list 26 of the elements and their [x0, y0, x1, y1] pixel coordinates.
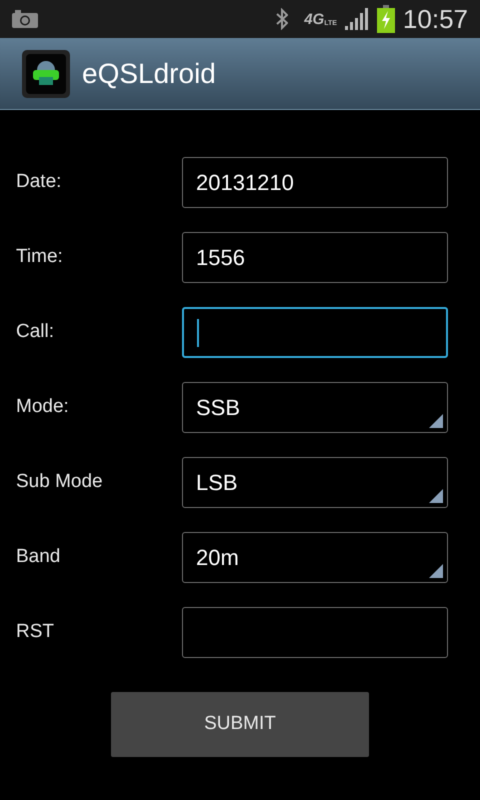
field-label: Call:: [15, 320, 56, 344]
field-label: Sub Mode: [15, 470, 104, 494]
field-label: RST: [15, 620, 55, 644]
app-icon: [22, 50, 70, 98]
clock: 10:57: [402, 6, 468, 32]
battery-charging-icon: [376, 5, 395, 33]
input-field[interactable]: [182, 607, 448, 658]
signal-icon: [344, 8, 369, 30]
dropdown[interactable]: LSB: [182, 457, 448, 508]
dropdown[interactable]: 20m: [182, 532, 448, 583]
submit-button[interactable]: SUBMIT: [111, 692, 369, 757]
dropdown-corner-icon: [429, 564, 443, 578]
dropdown-corner-icon: [429, 414, 443, 428]
field-label: Band: [15, 545, 62, 570]
field-label: Mode:: [15, 395, 70, 420]
dropdown-corner-icon: [429, 489, 443, 503]
app-title: eQSLdroid: [82, 56, 216, 90]
camera-icon: [12, 10, 38, 28]
field-label: Date:: [15, 170, 62, 194]
text-cursor: [197, 318, 199, 346]
input-field[interactable]: 20131210: [182, 157, 448, 208]
dropdown[interactable]: SSB: [182, 382, 448, 433]
bluetooth-icon: [276, 8, 288, 30]
field-label: Time:: [15, 245, 64, 270]
input-field[interactable]: 1556: [182, 232, 448, 283]
input-field[interactable]: [182, 307, 448, 358]
